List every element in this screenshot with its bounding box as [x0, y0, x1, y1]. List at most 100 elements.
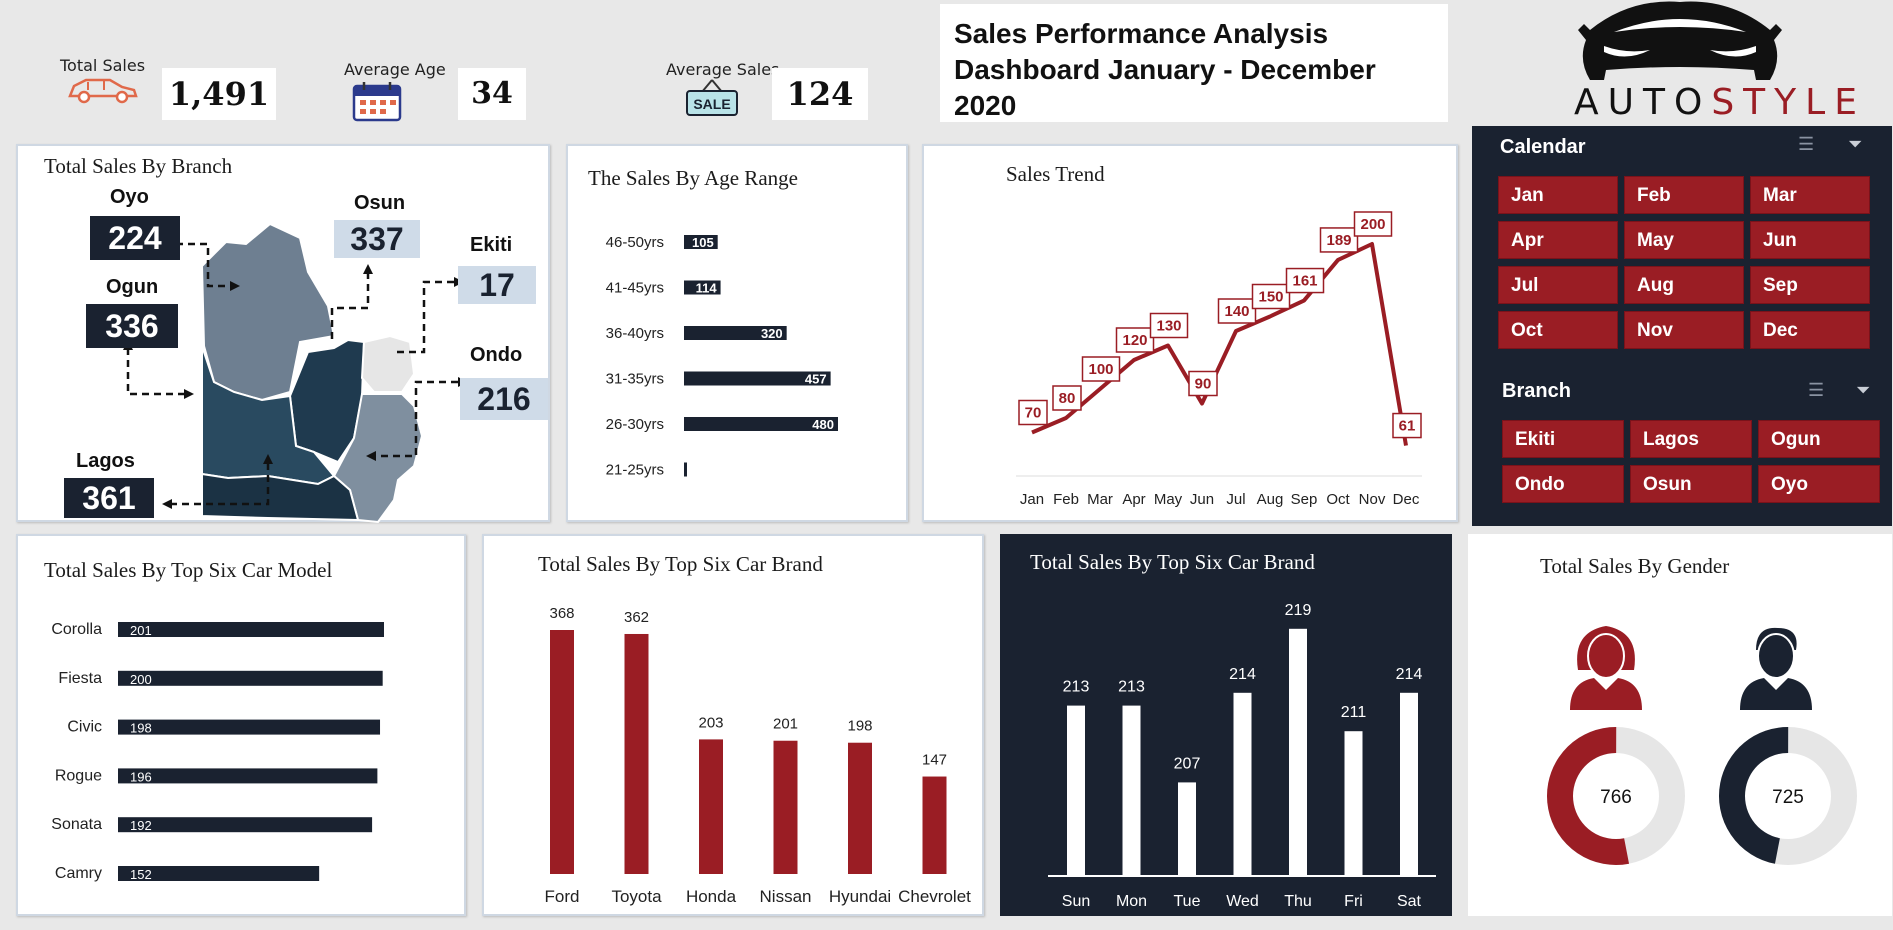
month-button-jan[interactable]: Jan [1498, 176, 1618, 214]
total-sales-value: 1,491 [162, 68, 276, 120]
month-button-jul[interactable]: Jul [1498, 266, 1618, 304]
trend-tick-label: Dec [1393, 491, 1420, 508]
branch-ondo-name: Ondo [470, 344, 523, 366]
brand-bar [699, 739, 723, 874]
car-logo-icon [1578, 1, 1782, 80]
month-button-feb[interactable]: Feb [1624, 176, 1744, 214]
trend-tick-label: Nov [1359, 491, 1386, 508]
brand-chart: 368 Ford 362 Toyota 203 Honda 201 Nissan 198 Hyun… [545, 605, 972, 906]
model-tick-label: Sonata [51, 816, 102, 833]
gender-card: Total Sales By Gender 766 725 [1468, 534, 1892, 916]
brand-tick-label: Toyota [611, 887, 662, 906]
weekday-bar [1400, 692, 1418, 876]
trend-tick-label: Apr [1122, 491, 1145, 508]
trend-tick-label: Oct [1326, 491, 1350, 508]
clear-filter-icon[interactable]: ⏷ [1848, 134, 1862, 155]
model-tick-label: Corolla [51, 621, 102, 638]
trend-tick-label: Jan [1020, 491, 1044, 508]
logo-auto: AUTO [1574, 82, 1712, 123]
weekday-tick-label: Tue [1174, 893, 1201, 910]
multi-select-icon[interactable]: ☰ [1798, 134, 1814, 155]
weekday-bar [1233, 692, 1252, 876]
branch-button-ekiti[interactable]: Ekiti [1502, 420, 1624, 458]
branch-button-oyo[interactable]: Oyo [1758, 465, 1880, 503]
weekday-data-label: 219 [1285, 602, 1312, 619]
model-tick-label: Camry [55, 865, 102, 882]
trend-tick-label: Aug [1257, 491, 1284, 508]
model-tick-label: Rogue [55, 767, 102, 784]
brand-bar [624, 633, 649, 874]
model-bar [118, 768, 378, 784]
branch-lagos-value: 361 [64, 478, 154, 518]
age-data-label: 105 [692, 235, 714, 250]
month-button-may[interactable]: May [1624, 221, 1744, 259]
age-data-label: 320 [761, 326, 783, 341]
trend-data-label: 140 [1224, 303, 1249, 320]
age-data-label: 480 [812, 417, 834, 432]
brand-data-label: 147 [922, 752, 947, 769]
logo-wordmark: AUTOSTYLE [1574, 82, 1857, 123]
weekday-tick-label: Thu [1284, 893, 1312, 910]
trend-chart: Jan Feb Mar Apr May Jun Jul Aug Sep Oct Nov Dec 70 80… [1016, 211, 1422, 508]
gender-data-label: 725 [1772, 787, 1804, 808]
multi-select-icon[interactable]: ☰ [1808, 380, 1824, 401]
month-button-aug[interactable]: Aug [1624, 266, 1744, 304]
trend-tick-label: May [1154, 491, 1183, 508]
gender-chart: 766 725 [1547, 727, 1857, 865]
model-data-label: 152 [130, 867, 152, 882]
branch-button-osun[interactable]: Osun [1630, 465, 1752, 503]
month-button-dec[interactable]: Dec [1750, 311, 1870, 349]
slicer-panel: Calendar ☰ ⏷ Jan Feb Mar Apr May Jun Jul Aug Sep… [1472, 126, 1892, 526]
calendar-icon [350, 80, 406, 127]
model-tick-label: Fiesta [58, 670, 102, 687]
dashboard-title-line2: Dashboard January - December 2020 [954, 54, 1376, 121]
age-tick-label: 36-40yrs [606, 325, 664, 342]
branch-button-lagos[interactable]: Lagos [1630, 420, 1752, 458]
month-button-oct[interactable]: Oct [1498, 311, 1618, 349]
branch-ekiti-value: 17 [458, 266, 536, 304]
age-tick-label: 31-35yrs [606, 371, 664, 388]
weekday-bar [1122, 705, 1141, 876]
clear-filter-icon[interactable]: ⏷ [1856, 380, 1870, 401]
branch-button-ondo[interactable]: Ondo [1502, 465, 1624, 503]
month-button-nov[interactable]: Nov [1624, 311, 1744, 349]
weekday-data-label: 213 [1118, 679, 1145, 696]
model-bar [118, 817, 373, 833]
branch-ogun-name: Ogun [106, 276, 159, 298]
average-sales-label: Average Sales [666, 60, 780, 79]
weekday-bar [1344, 731, 1363, 876]
model-data-label: 198 [130, 721, 152, 736]
weekday-tick-label: Wed [1226, 893, 1259, 910]
branch-oyo-name: Oyo [110, 186, 149, 208]
brand-data-label: 203 [698, 714, 723, 731]
branch-ondo-value: 216 [460, 378, 548, 420]
weekday-chart: 213 Sun 213 Mon 207 Tue 214 Wed 219 Thu 211 Fri 214 S… [1048, 602, 1436, 910]
lagos-region [201, 472, 360, 522]
month-button-sep[interactable]: Sep [1750, 266, 1870, 304]
model-bar [118, 670, 383, 686]
calendar-slicer-title: Calendar [1500, 136, 1586, 158]
model-data-label: 192 [130, 818, 152, 833]
branch-slicer-title: Branch [1502, 380, 1571, 402]
weekday-tick-label: Sun [1062, 893, 1090, 910]
age-data-label: 114 [696, 281, 718, 296]
brand-tick-label: Chevrolet [898, 887, 971, 906]
age-tick-label: 26-30yrs [606, 416, 664, 433]
logo-style: STYLE [1711, 82, 1866, 123]
brand-tick-label: Hyundai [829, 887, 891, 906]
car-icon [64, 72, 140, 111]
month-button-mar[interactable]: Mar [1750, 176, 1870, 214]
weekday-data-label: 207 [1174, 755, 1201, 772]
sale-tag-icon: SALE [684, 78, 740, 123]
month-button-jun[interactable]: Jun [1750, 221, 1870, 259]
weekday-data-label: 214 [1396, 666, 1423, 683]
branch-button-ogun[interactable]: Ogun [1758, 420, 1880, 458]
branch-lagos-name: Lagos [76, 450, 135, 472]
weekday-tick-label: Mon [1116, 893, 1147, 910]
brand-tick-label: Ford [545, 887, 580, 906]
brand-data-label: 198 [847, 718, 872, 735]
trend-data-label: 80 [1059, 390, 1076, 407]
trend-tick-label: Mar [1087, 491, 1113, 508]
sales-trend-card: Sales Trend Jan Feb Mar Apr May Jun Jul Aug Sep O… [922, 144, 1458, 522]
month-button-apr[interactable]: Apr [1498, 221, 1618, 259]
